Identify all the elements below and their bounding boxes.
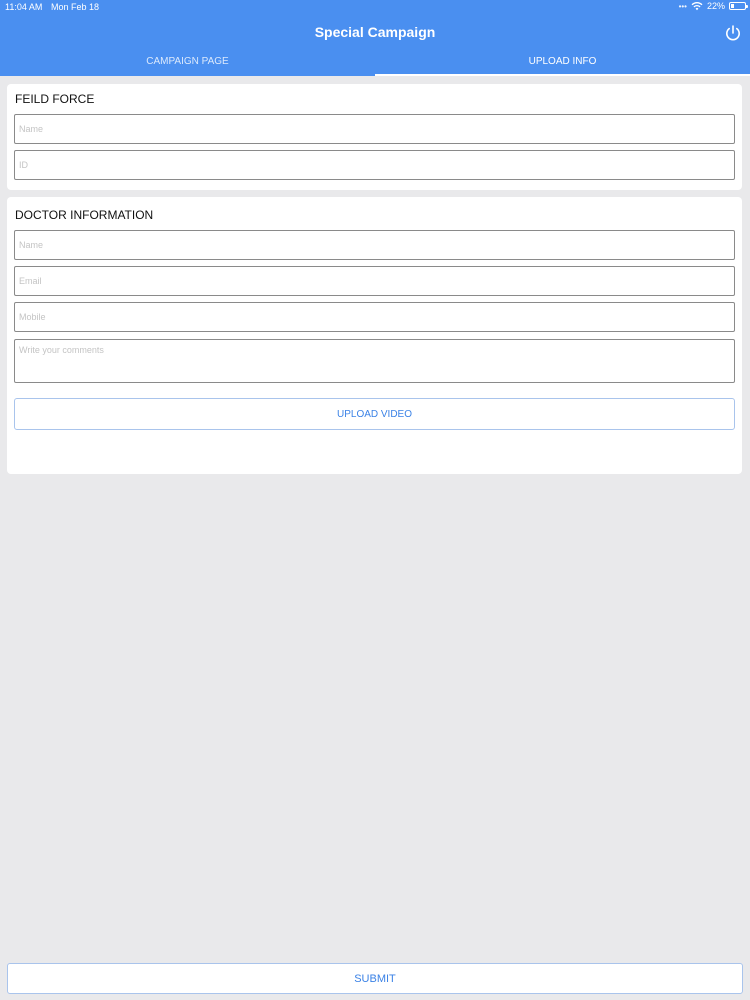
status-time: 11:04 AM [5,2,43,12]
field-force-id-input[interactable] [14,150,735,180]
page-title: Special Campaign [314,24,436,40]
upload-video-button[interactable]: UPLOAD VIDEO [14,398,735,430]
doctor-email-input[interactable] [14,266,735,296]
doctor-name-input[interactable] [14,230,735,260]
tab-upload-info[interactable]: UPLOAD INFO [375,54,750,76]
wifi-icon [691,2,703,11]
status-indicators: ••• 22% [678,1,748,11]
battery-percentage: 22% [706,1,725,11]
field-force-card: FEILD FORCE [7,84,742,190]
doctor-information-card: DOCTOR INFORMATION UPLOAD VIDEO [7,197,742,474]
battery-icon [729,2,748,10]
comments-textarea[interactable] [14,339,735,383]
status-bar: 11:04 AM Mon Feb 18 ••• 22% [0,0,750,16]
field-force-title: FEILD FORCE [15,92,95,106]
active-tab-indicator [375,74,750,76]
submit-button[interactable]: SUBMIT [7,963,743,994]
status-date: Mon Feb 18 [51,2,100,12]
field-force-name-input[interactable] [14,114,735,144]
doctor-information-title: DOCTOR INFORMATION [15,208,154,222]
doctor-mobile-input[interactable] [14,302,735,332]
power-icon[interactable] [724,24,742,42]
tab-campaign-page[interactable]: CAMPAIGN PAGE [0,54,375,76]
signal-dots: ••• [678,1,687,11]
app-header: 11:04 AM Mon Feb 18 ••• 22% Special Camp… [0,0,750,76]
